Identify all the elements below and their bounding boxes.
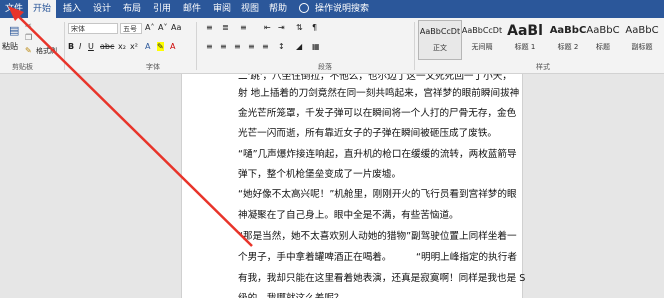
arrow-line xyxy=(15,13,253,247)
annotation-arrow xyxy=(8,6,253,247)
